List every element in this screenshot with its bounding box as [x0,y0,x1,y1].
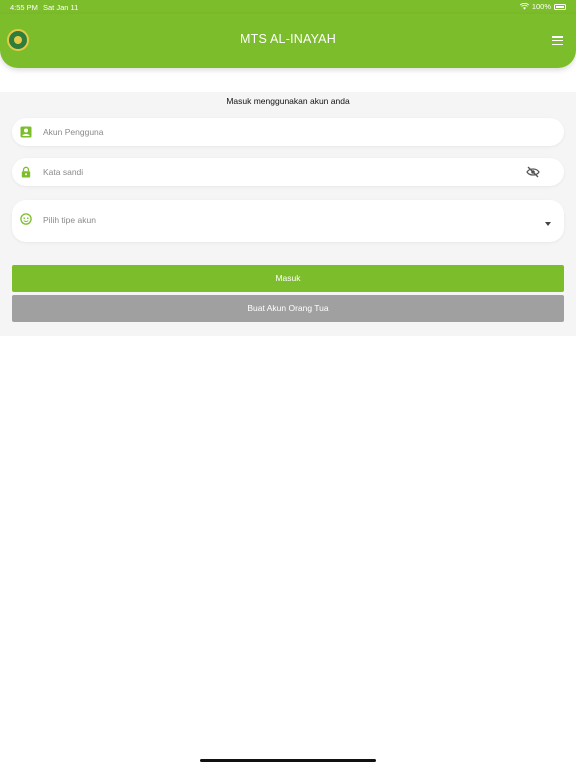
account-type-placeholder: Pilih tipe akun [43,215,96,225]
wifi-icon [519,3,529,10]
status-bar: 4:55 PM Sat Jan 11 100% [0,0,576,14]
login-button[interactable]: Masuk [12,265,564,292]
create-parent-account-button[interactable]: Buat Akun Orang Tua [12,295,564,322]
login-prompt: Masuk menggunakan akun anda [226,96,350,106]
account-box-icon [20,126,32,138]
battery-percent: 100% [531,2,551,11]
caret-down-icon[interactable] [545,222,551,226]
app-header: MTS AL-INAYAH [0,14,576,68]
status-date: Sat Jan 11 [43,3,79,12]
status-right: 100% [519,2,566,11]
battery-icon [554,3,566,10]
page-title: MTS AL-INAYAH [240,32,336,46]
face-icon [20,213,32,225]
status-time: 4:55 PM [10,3,38,12]
username-field[interactable]: Akun Pengguna [12,118,564,146]
home-indicator [200,759,376,762]
lock-icon [21,166,31,178]
account-type-select[interactable]: Pilih tipe akun [12,200,564,242]
password-field[interactable]: Kata sandi [12,158,564,186]
username-placeholder: Akun Pengguna [43,127,104,137]
eye-off-icon[interactable] [526,166,540,178]
password-placeholder: Kata sandi [43,167,84,177]
hamburger-menu-icon[interactable] [552,36,563,46]
